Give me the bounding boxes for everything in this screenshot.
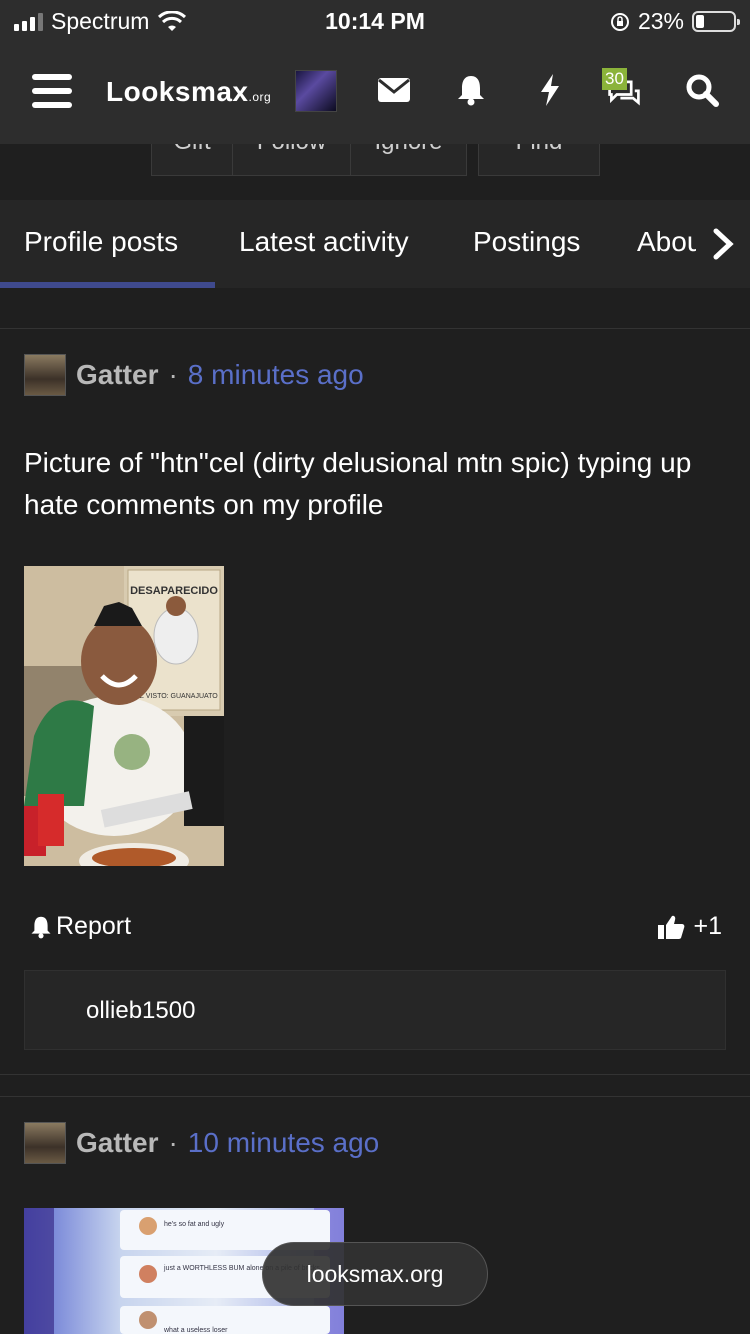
post-header: Gatter · 8 minutes ago (24, 354, 364, 396)
comment-author[interactable]: ollieb1500 (86, 997, 195, 1025)
alerts-badge: 30 (602, 68, 627, 90)
lightning-icon[interactable] (532, 72, 568, 108)
image-comment-1: he's so fat and ugly (164, 1221, 225, 1228)
top-navbar: Looksmax.org 30 (0, 42, 750, 144)
section-divider (0, 328, 750, 329)
logo-suffix: .org (248, 90, 272, 104)
comment-item: ollieb1500 (24, 970, 726, 1050)
post-timestamp[interactable]: 10 minutes ago (188, 1127, 379, 1159)
gift-button[interactable]: Gift (151, 144, 233, 176)
ignore-button[interactable]: Ignore (350, 144, 467, 176)
post-image[interactable]: DESAPARECIDO VEZ VISTO: GUANAJUATO (24, 566, 224, 866)
logo-text: Looksmax (106, 76, 249, 107)
post-header: Gatter · 10 minutes ago (24, 1122, 379, 1164)
post-timestamp[interactable]: 8 minutes ago (188, 359, 364, 391)
tab-about[interactable]: About (637, 226, 697, 258)
poster-title: DESAPARECIDO (130, 585, 218, 597)
report-button[interactable]: Report (30, 912, 131, 941)
image-comment-3: what a useless loser (163, 1327, 228, 1334)
tab-postings[interactable]: Postings (473, 226, 580, 258)
section-divider (0, 1074, 750, 1075)
tab-profile-posts[interactable]: Profile posts (24, 226, 178, 258)
status-right: 23% (610, 8, 740, 35)
mail-icon[interactable] (376, 72, 412, 108)
battery-percent: 23% (637, 8, 684, 34)
thumbs-up-icon (658, 915, 685, 939)
like-count: +1 (693, 912, 722, 940)
post-author[interactable]: Gatter (76, 1127, 158, 1159)
header-separator: · (168, 359, 178, 390)
follow-button[interactable]: Follow (232, 144, 351, 176)
bell-icon (31, 916, 51, 938)
orientation-lock-icon (610, 12, 629, 31)
tab-latest-activity[interactable]: Latest activity (239, 226, 409, 258)
url-toast[interactable]: looksmax.org (262, 1242, 488, 1306)
user-avatar-icon[interactable] (295, 70, 337, 112)
section-divider (0, 1096, 750, 1097)
like-button[interactable]: +1 (657, 912, 722, 941)
search-icon[interactable] (684, 72, 720, 108)
report-label: Report (56, 912, 132, 940)
battery-icon (692, 11, 740, 32)
site-logo[interactable]: Looksmax.org (106, 76, 271, 108)
find-button[interactable]: Find (478, 144, 600, 176)
post-author[interactable]: Gatter (76, 359, 158, 391)
avatar[interactable] (24, 1122, 66, 1164)
profile-action-buttons: Gift Follow Ignore Find (0, 144, 750, 190)
profile-tabs: Profile posts Latest activity Postings A… (0, 200, 750, 288)
tabs-scroll-right-icon[interactable] (696, 200, 750, 288)
active-tab-indicator (0, 282, 215, 288)
post-body: Picture of "htn"cel (dirty delusional mt… (24, 447, 692, 520)
avatar[interactable] (24, 354, 66, 396)
header-separator: · (168, 1127, 178, 1158)
status-bar: Spectrum 10:14 PM 23% (0, 0, 750, 42)
bell-icon[interactable] (453, 72, 489, 108)
menu-icon[interactable] (32, 74, 72, 108)
